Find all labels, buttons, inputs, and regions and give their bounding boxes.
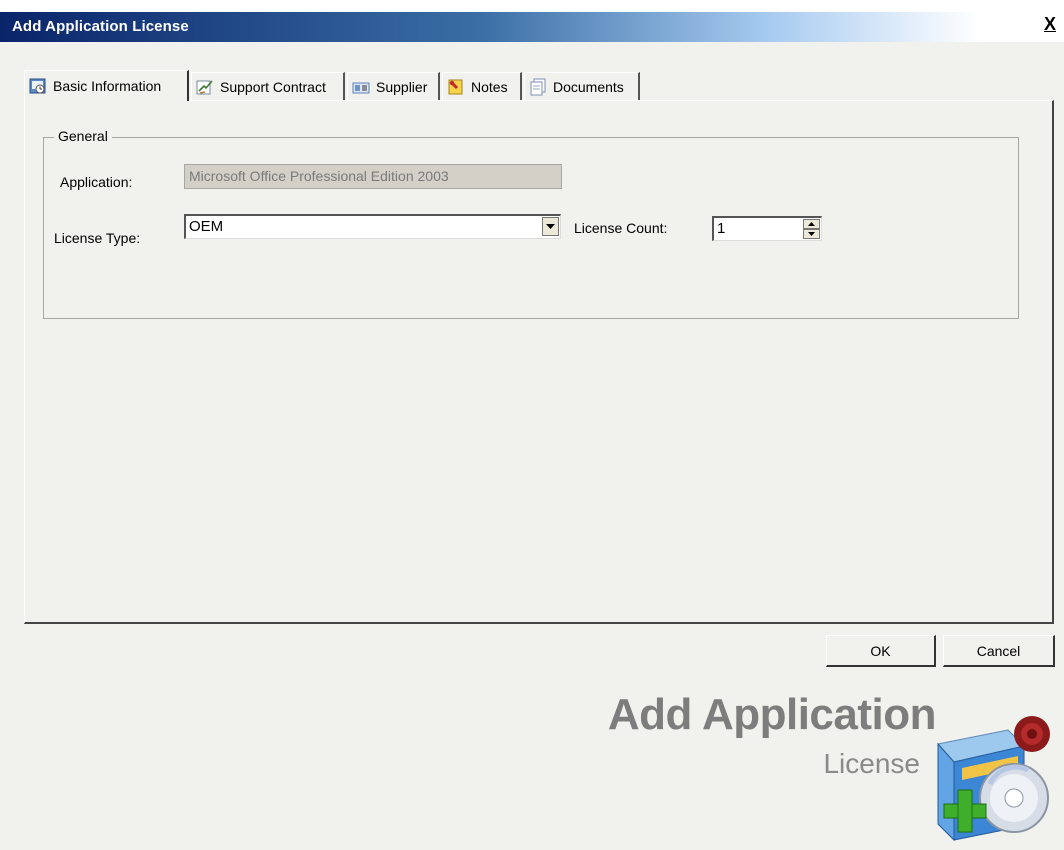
basic-info-icon — [29, 78, 46, 94]
brand-title: Add Application — [607, 690, 937, 739]
tab-notes[interactable]: Notes — [442, 72, 522, 100]
tab-label: Supplier — [376, 78, 428, 95]
general-groupbox: General Application: Microsoft Office Pr… — [43, 128, 1019, 319]
application-field: Microsoft Office Professional Edition 20… — [184, 164, 562, 189]
support-contract-icon — [196, 79, 213, 94]
tab-label: Basic Information — [53, 78, 162, 94]
license-count-value: 1 — [717, 220, 726, 237]
tab-label: Notes — [471, 78, 508, 95]
close-button[interactable]: X — [1042, 14, 1058, 34]
license-type-select[interactable]: OEM — [184, 214, 561, 239]
dropdown-arrow-button[interactable] — [542, 217, 559, 236]
cancel-button[interactable]: Cancel — [943, 635, 1055, 667]
notes-icon — [448, 79, 463, 94]
tab-label: Documents — [553, 78, 624, 95]
tab-panel-basic-information: General Application: Microsoft Office Pr… — [24, 100, 1054, 624]
ok-button[interactable]: OK — [826, 635, 936, 667]
license-count-label: License Count: — [574, 220, 668, 236]
tab-label: Support Contract — [220, 78, 326, 95]
license-type-label: License Type: — [54, 230, 141, 246]
arrow-down-icon — [808, 232, 815, 236]
brand-subtitle: License — [823, 748, 920, 779]
tab-documents[interactable]: Documents — [524, 72, 640, 100]
spin-up-button[interactable] — [803, 219, 820, 229]
general-legend: General — [54, 128, 112, 144]
supplier-icon — [352, 82, 370, 93]
tab-basic-information[interactable]: Basic Information — [24, 70, 189, 101]
license-type-value: OEM — [189, 218, 224, 235]
arrow-up-icon — [808, 222, 815, 226]
title-bar: Add Application License X — [0, 12, 1064, 42]
dialog-body: Basic Information Support Contract Suppl… — [0, 42, 1064, 850]
documents-icon — [530, 78, 546, 95]
add-license-box-icon — [937, 716, 1050, 842]
tab-support-contract[interactable]: Support Contract — [191, 72, 345, 100]
window-title: Add Application License — [12, 18, 189, 35]
application-label: Application: — [60, 174, 133, 190]
tab-supplier[interactable]: Supplier — [347, 72, 440, 100]
chevron-down-icon — [546, 223, 555, 229]
license-count-stepper[interactable]: 1 — [712, 216, 822, 241]
spin-down-button[interactable] — [803, 229, 820, 239]
